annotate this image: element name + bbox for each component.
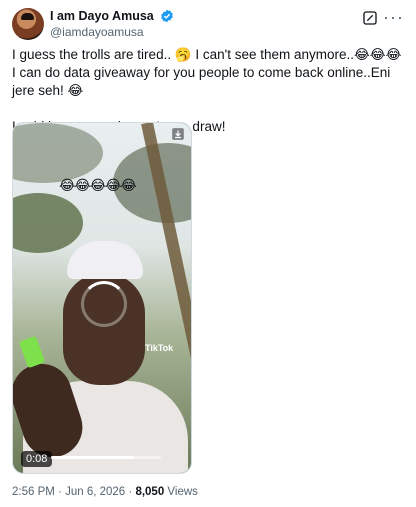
video-progress-fill bbox=[51, 456, 134, 459]
author-handle[interactable]: @iamdayoamusa bbox=[50, 25, 144, 39]
tweet-meta: 2:56 PM · Jun 6, 2026 · 8,050 Views bbox=[12, 486, 198, 498]
video-player[interactable]: 😂😂😂😂😂 TikTok 0:08 bbox=[12, 122, 192, 474]
meta-separator: · bbox=[58, 486, 62, 498]
views-label: Views bbox=[167, 486, 198, 498]
verified-badge-icon[interactable] bbox=[160, 9, 174, 26]
more-options-icon[interactable]: ··· bbox=[383, 8, 404, 26]
tiktok-watermark: TikTok bbox=[145, 343, 174, 353]
tweet-date[interactable]: Jun 6, 2026 bbox=[65, 486, 125, 498]
loading-spinner-icon bbox=[81, 281, 127, 327]
video-emoji-overlay: 😂😂😂😂😂 bbox=[59, 177, 137, 193]
grok-icon[interactable] bbox=[362, 10, 378, 31]
video-progress-bar[interactable] bbox=[51, 456, 161, 459]
tweet-header: I am Dayo Amusa @iamdayoamusa ··· bbox=[12, 8, 404, 42]
views-count: 8,050 bbox=[135, 486, 165, 498]
tweet-time[interactable]: 2:56 PM bbox=[12, 486, 55, 498]
author-display-name[interactable]: I am Dayo Amusa bbox=[50, 9, 154, 23]
author-name-line[interactable]: I am Dayo Amusa bbox=[50, 9, 174, 26]
meta-separator-2: · bbox=[128, 486, 133, 498]
video-duration: 0:08 bbox=[21, 451, 53, 467]
avatar[interactable] bbox=[12, 8, 44, 40]
download-icon[interactable] bbox=[171, 127, 185, 146]
